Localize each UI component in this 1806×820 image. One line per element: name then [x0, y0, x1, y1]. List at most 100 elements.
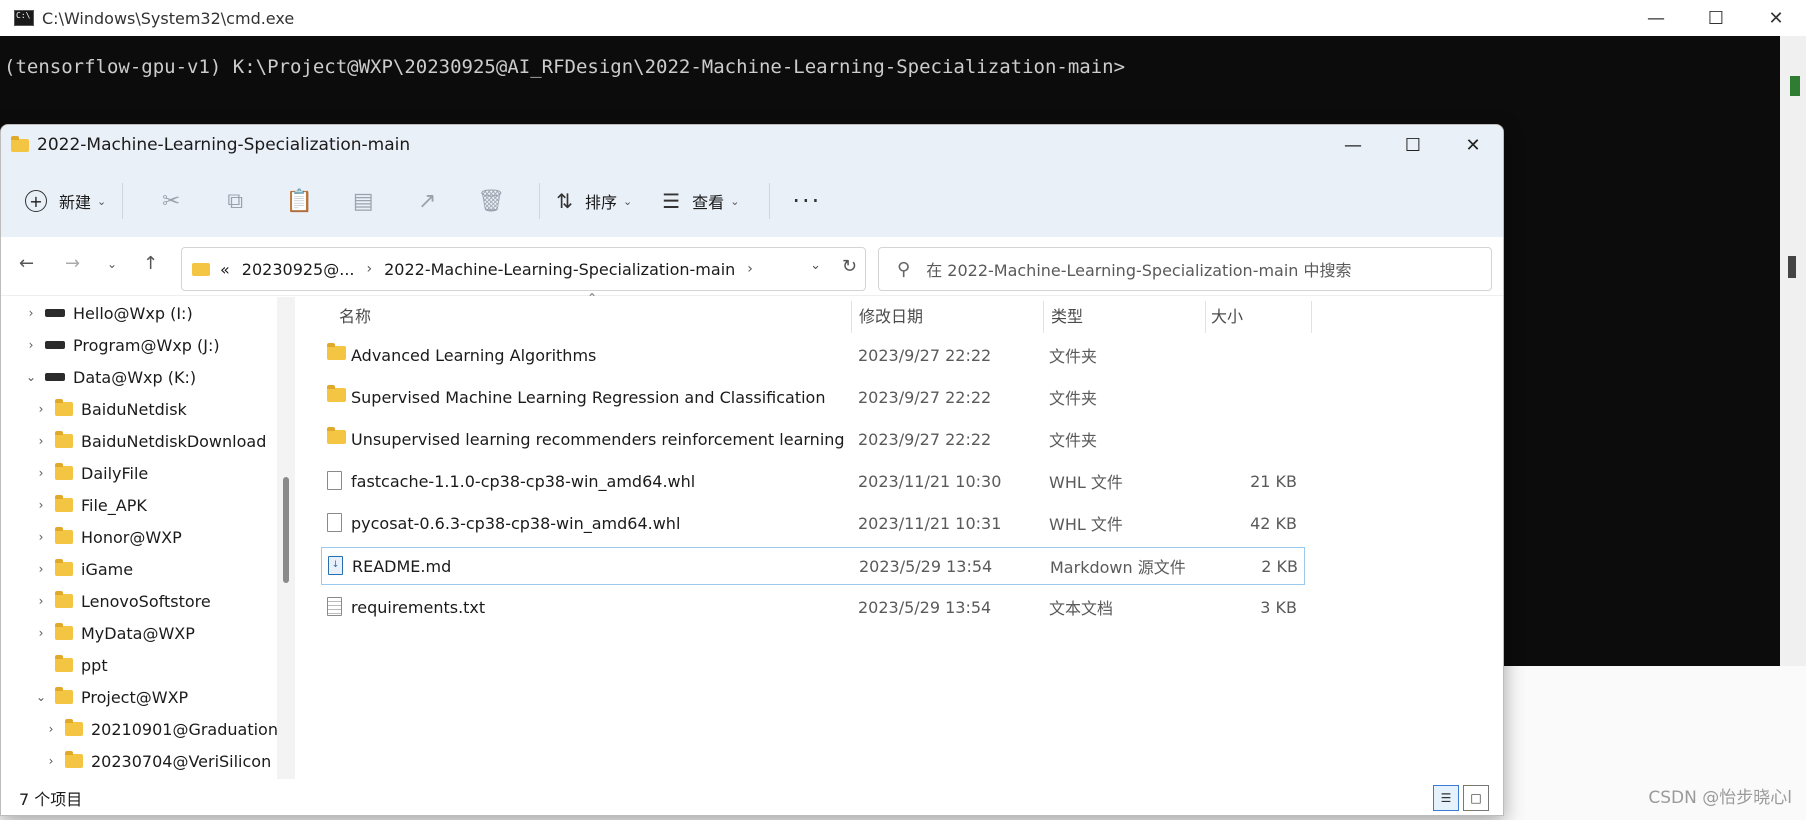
- address-dropdown-icon[interactable]: ⌄: [810, 258, 821, 273]
- file-name: pycosat-0.6.3-cp38-cp38-win_amd64.whl: [351, 513, 681, 533]
- maximize-button[interactable]: ☐: [1383, 125, 1443, 165]
- tree-item-label: BaiduNetdiskDownload: [81, 431, 267, 451]
- navigation-scrollbar[interactable]: [277, 297, 295, 779]
- column-header-type[interactable]: 类型: [1051, 297, 1201, 333]
- file-row-selected[interactable]: ↓ README.md 2023/5/29 13:54 Markdown 源文件…: [321, 547, 1305, 585]
- tree-item-folder[interactable]: › iGame: [31, 553, 133, 585]
- refresh-icon[interactable]: ↻: [842, 256, 857, 277]
- navigation-pane[interactable]: › Hello@Wxp (I:) › Program@Wxp (J:) ⌄ Da…: [1, 297, 297, 779]
- chevron-right-icon[interactable]: ›: [31, 530, 51, 544]
- breadcrumb-item[interactable]: 2022-Machine-Learning-Specialization-mai…: [384, 260, 735, 279]
- tree-item-folder[interactable]: ppt: [31, 649, 108, 681]
- file-name: requirements.txt: [351, 597, 486, 617]
- forward-arrow-icon[interactable]: →: [65, 253, 80, 274]
- column-header-size[interactable]: 大小: [1211, 297, 1301, 333]
- close-button[interactable]: ✕: [1443, 125, 1503, 165]
- file-row[interactable]: Advanced Learning Algorithms 2023/9/27 2…: [321, 337, 1303, 373]
- tree-item-label: iGame: [81, 559, 134, 579]
- tree-item-folder[interactable]: › Honor@WXP: [31, 521, 182, 553]
- tree-item-folder[interactable]: › BaiduNetdisk: [31, 393, 187, 425]
- chevron-right-icon[interactable]: ›: [31, 402, 51, 416]
- file-row[interactable]: Supervised Machine Learning Regression a…: [321, 379, 1303, 415]
- tree-item-folder[interactable]: ⌄ Project@WXP: [31, 681, 188, 713]
- folder-icon: [327, 343, 346, 360]
- paste-icon[interactable]: 📋: [267, 189, 331, 214]
- column-divider[interactable]: [1043, 301, 1044, 333]
- chevron-right-icon[interactable]: ›: [31, 562, 51, 576]
- column-divider[interactable]: [1205, 301, 1206, 333]
- tree-item-drive-k[interactable]: ⌄ Data@Wxp (K:): [21, 361, 196, 393]
- cut-icon[interactable]: ✂: [139, 189, 203, 214]
- address-bar[interactable]: « 20230925@... › 2022-Machine-Learning-S…: [181, 247, 866, 291]
- cmd-scrollbar-thumb[interactable]: [1788, 256, 1796, 278]
- chevron-right-icon[interactable]: ›: [31, 434, 51, 448]
- chevron-down-icon[interactable]: ⌄: [21, 370, 41, 384]
- recent-locations-chevron-icon[interactable]: ⌄: [107, 257, 117, 271]
- breadcrumb-item[interactable]: 20230925@...: [242, 260, 355, 279]
- tree-item-label: 20210901@Graduation: [91, 719, 278, 739]
- column-header-name[interactable]: 名称: [339, 297, 819, 333]
- tree-item-folder[interactable]: › DailyFile: [31, 457, 148, 489]
- search-input[interactable]: ⚲ 在 2022-Machine-Learning-Specialization…: [878, 247, 1492, 291]
- chevron-right-icon[interactable]: ›: [41, 754, 61, 768]
- sort-button[interactable]: ⇅ 排序 ⌄: [556, 189, 632, 213]
- column-divider[interactable]: [1311, 301, 1312, 333]
- details-view-icon[interactable]: ☰: [1433, 785, 1459, 811]
- file-list[interactable]: ⌃ 名称 修改日期 类型 大小 Advanced Learning Algori…: [301, 291, 1503, 779]
- chevron-right-icon[interactable]: ›: [31, 626, 51, 640]
- navigation-scrollbar-thumb[interactable]: [283, 477, 289, 583]
- chevron-down-icon[interactable]: ⌄: [31, 690, 51, 704]
- up-arrow-icon[interactable]: ↑: [143, 253, 158, 274]
- chevron-right-icon[interactable]: ›: [31, 594, 51, 608]
- tree-item-folder[interactable]: › 20230704@VeriSilicon: [41, 745, 271, 777]
- view-button[interactable]: ☰ 查看 ⌄: [662, 189, 739, 213]
- tree-item-drive-j[interactable]: › Program@Wxp (J:): [21, 329, 220, 361]
- tree-item-label: ppt: [81, 655, 108, 675]
- folder-icon: [55, 495, 73, 512]
- address-overflow[interactable]: «: [220, 260, 230, 279]
- share-icon[interactable]: ↗: [395, 189, 459, 214]
- tree-item-label: Data@Wxp (K:): [73, 367, 197, 387]
- more-options-button[interactable]: ···: [792, 187, 821, 215]
- tree-item-folder[interactable]: › File_APK: [31, 489, 147, 521]
- file-type: WHL 文件: [1049, 473, 1123, 492]
- tree-item-folder[interactable]: › MyData@WXP: [31, 617, 195, 649]
- chevron-right-icon[interactable]: ›: [31, 466, 51, 480]
- file-row[interactable]: requirements.txt 2023/5/29 13:54 文本文档 3 …: [321, 589, 1303, 625]
- column-header-date[interactable]: 修改日期: [859, 297, 1039, 333]
- delete-icon[interactable]: 🗑: [459, 189, 523, 214]
- chevron-right-icon[interactable]: ›: [41, 722, 61, 736]
- chevron-right-icon[interactable]: ›: [31, 498, 51, 512]
- drive-icon: [45, 373, 65, 381]
- folder-icon: [65, 751, 83, 768]
- tree-item-folder[interactable]: › 20210901@Graduation: [41, 713, 278, 745]
- minimize-button[interactable]: —: [1323, 125, 1383, 165]
- cmd-close-button[interactable]: ✕: [1746, 0, 1806, 36]
- cmd-titlebar[interactable]: C:\Windows\System32\cmd.exe — ☐ ✕: [0, 0, 1806, 36]
- rename-icon[interactable]: ▤: [331, 189, 395, 214]
- chevron-right-icon[interactable]: ›: [367, 261, 373, 277]
- column-divider[interactable]: [851, 301, 852, 333]
- new-button[interactable]: + 新建 ⌄: [25, 189, 106, 213]
- tree-item-label: 20230704@VeriSilicon: [91, 751, 272, 771]
- tree-item-folder[interactable]: › LenovoSoftstore: [31, 585, 211, 617]
- file-row[interactable]: pycosat-0.6.3-cp38-cp38-win_amd64.whl 20…: [321, 505, 1303, 541]
- chevron-right-icon[interactable]: ›: [21, 306, 41, 320]
- file-size: 21 KB: [1250, 471, 1297, 491]
- chevron-right-icon[interactable]: ›: [747, 261, 753, 277]
- chevron-right-icon[interactable]: ›: [21, 338, 41, 352]
- file-type: Markdown 源文件: [1050, 558, 1186, 577]
- file-row[interactable]: fastcache-1.1.0-cp38-cp38-win_amd64.whl …: [321, 463, 1303, 499]
- folder-icon: [65, 719, 83, 736]
- tiles-view-icon[interactable]: □: [1463, 785, 1489, 811]
- cmd-scrollbar[interactable]: [1780, 36, 1806, 666]
- status-bar: 7 个项目 ☰ □: [1, 781, 1503, 815]
- tree-item-folder[interactable]: › BaiduNetdiskDownload: [31, 425, 266, 457]
- back-arrow-icon[interactable]: ←: [19, 253, 34, 274]
- tree-item-drive-i[interactable]: › Hello@Wxp (I:): [21, 297, 193, 329]
- file-row[interactable]: Unsupervised learning recommenders reinf…: [321, 421, 1303, 457]
- copy-icon[interactable]: ⧉: [203, 189, 267, 214]
- explorer-titlebar[interactable]: 2022-Machine-Learning-Specialization-mai…: [1, 125, 1503, 165]
- cmd-minimize-button[interactable]: —: [1626, 0, 1686, 36]
- cmd-maximize-button[interactable]: ☐: [1686, 0, 1746, 36]
